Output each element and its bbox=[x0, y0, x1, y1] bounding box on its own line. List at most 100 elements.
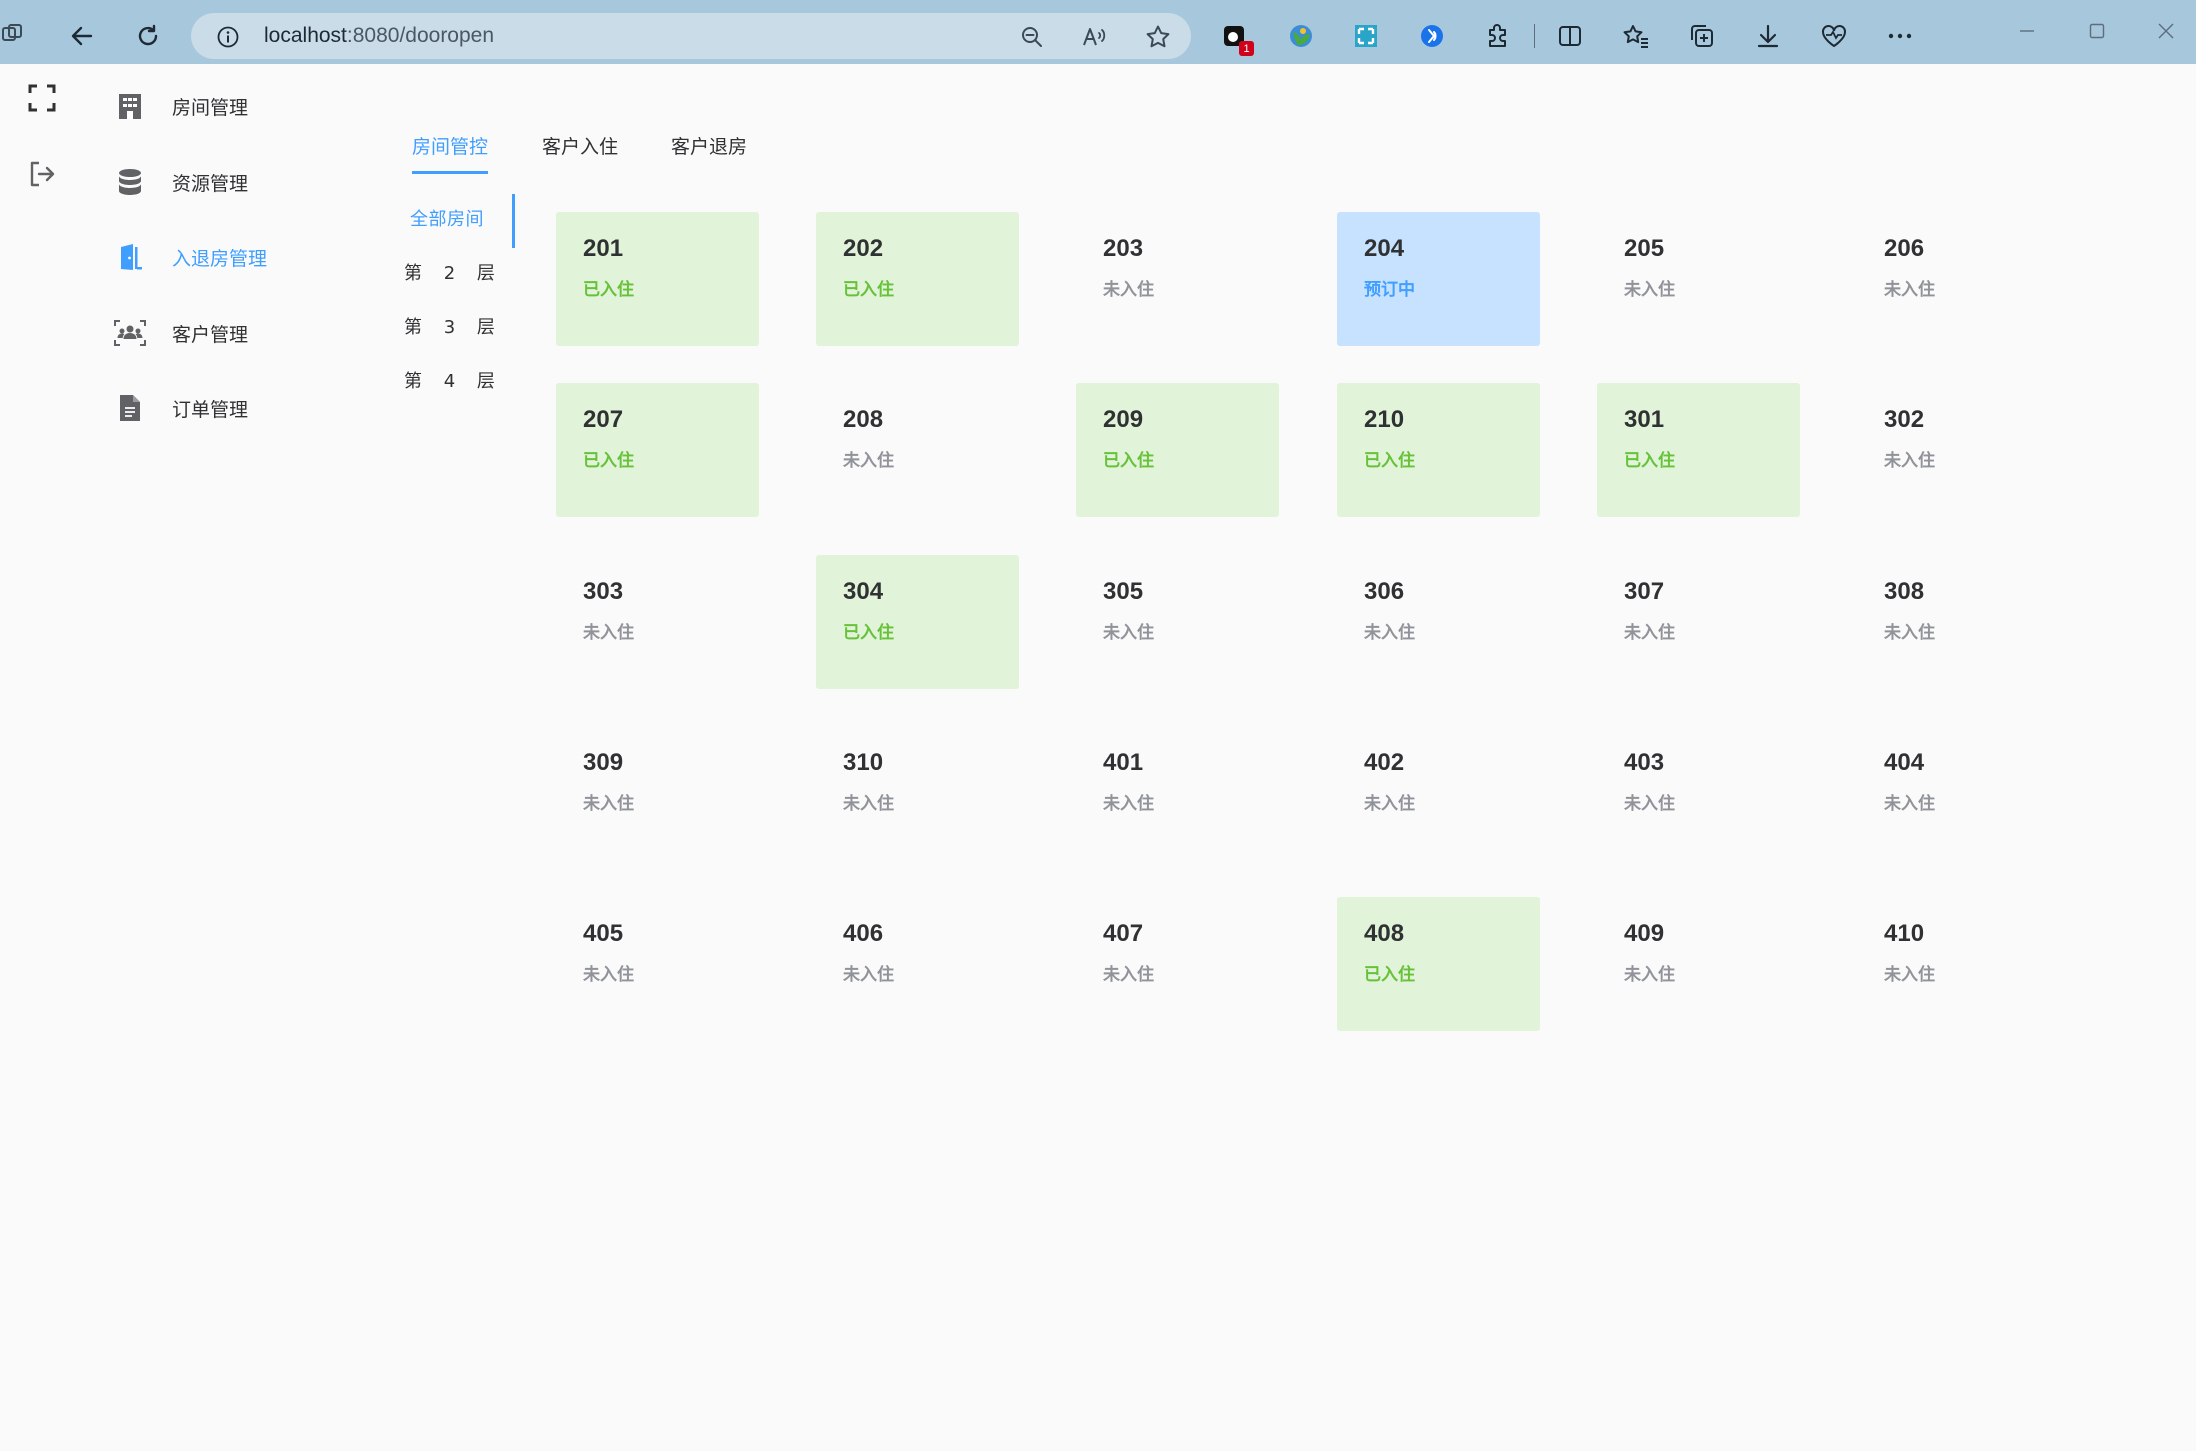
room-card[interactable]: 208 未入住 bbox=[816, 383, 1019, 517]
logout-icon[interactable] bbox=[24, 156, 60, 192]
tab-room-control[interactable]: 房间管控 bbox=[412, 127, 488, 167]
room-number: 201 bbox=[583, 235, 624, 262]
minimize-icon[interactable] bbox=[2012, 16, 2042, 46]
room-status: 未入住 bbox=[1103, 280, 1154, 300]
floor-tab-3[interactable]: 第 3 层 bbox=[404, 306, 512, 350]
room-card[interactable]: 202 已入住 bbox=[816, 212, 1019, 346]
zoom-out-icon[interactable] bbox=[1017, 22, 1047, 52]
sidebar-item-customer-management[interactable]: 客户管理 bbox=[110, 311, 370, 355]
read-aloud-icon[interactable] bbox=[1080, 22, 1110, 52]
room-number: 307 bbox=[1624, 578, 1665, 605]
favorites-icon[interactable] bbox=[1620, 20, 1652, 52]
extensions-puzzle-icon[interactable] bbox=[1482, 20, 1514, 52]
room-card[interactable]: 210 已入住 bbox=[1337, 383, 1540, 517]
room-card[interactable]: 304 已入住 bbox=[816, 555, 1019, 689]
room-status: 未入住 bbox=[843, 794, 894, 814]
split-screen-icon[interactable] bbox=[1554, 20, 1586, 52]
room-number: 409 bbox=[1624, 920, 1665, 947]
floor-tab-2[interactable]: 第 2 层 bbox=[404, 252, 512, 296]
room-status: 未入住 bbox=[1103, 794, 1154, 814]
room-status: 未入住 bbox=[583, 965, 634, 985]
room-number: 210 bbox=[1364, 406, 1405, 433]
downloads-icon[interactable] bbox=[1752, 20, 1784, 52]
toolbar-divider bbox=[1534, 24, 1535, 48]
room-number: 309 bbox=[583, 749, 624, 776]
favorite-star-icon[interactable] bbox=[1143, 22, 1173, 52]
room-card[interactable]: 406 未入住 bbox=[816, 897, 1019, 1031]
sidebar-item-room-management[interactable]: 房间管理 bbox=[110, 84, 370, 128]
browser-essentials-icon[interactable] bbox=[1818, 20, 1850, 52]
room-card[interactable]: 303 未入住 bbox=[556, 555, 759, 689]
address-bar[interactable]: localhost:8080/dooropen bbox=[191, 13, 1191, 59]
room-card[interactable]: 310 未入住 bbox=[816, 726, 1019, 860]
room-number: 308 bbox=[1884, 578, 1925, 605]
room-card[interactable]: 207 已入住 bbox=[556, 383, 759, 517]
room-status: 未入住 bbox=[1884, 965, 1935, 985]
url-text[interactable]: localhost:8080/dooropen bbox=[264, 24, 494, 48]
room-card[interactable]: 209 已入住 bbox=[1076, 383, 1279, 517]
screenshot-extension-icon[interactable] bbox=[1350, 20, 1382, 52]
room-card[interactable]: 203 未入住 bbox=[1076, 212, 1279, 346]
room-card[interactable]: 309 未入住 bbox=[556, 726, 759, 860]
room-status: 未入住 bbox=[1884, 280, 1935, 300]
floor-tab-4[interactable]: 第 4 层 bbox=[404, 360, 512, 404]
room-card[interactable]: 308 未入住 bbox=[1857, 555, 2060, 689]
room-status: 未入住 bbox=[1624, 623, 1675, 643]
room-status: 已入住 bbox=[1364, 965, 1415, 985]
room-card[interactable]: 403 未入住 bbox=[1597, 726, 1800, 860]
room-card[interactable]: 401 未入住 bbox=[1076, 726, 1279, 860]
room-card[interactable]: 404 未入住 bbox=[1857, 726, 2060, 860]
room-card[interactable]: 409 未入住 bbox=[1597, 897, 1800, 1031]
sidebar-item-checkin-checkout[interactable]: 入退房管理 bbox=[110, 235, 370, 279]
room-card[interactable]: 307 未入住 bbox=[1597, 555, 1800, 689]
sidebar-item-order-management[interactable]: 订单管理 bbox=[110, 386, 370, 430]
room-card[interactable]: 201 已入住 bbox=[556, 212, 759, 346]
room-card[interactable]: 301 已入住 bbox=[1597, 383, 1800, 517]
room-card[interactable]: 302 未入住 bbox=[1857, 383, 2060, 517]
room-status: 已入住 bbox=[583, 451, 634, 471]
room-card[interactable]: 410 未入住 bbox=[1857, 897, 2060, 1031]
room-status: 已入住 bbox=[1364, 451, 1415, 471]
room-status: 已入住 bbox=[1624, 451, 1675, 471]
users-icon bbox=[110, 313, 150, 353]
floor-tab-all[interactable]: 全部房间 bbox=[404, 198, 512, 242]
browser-toolbar: localhost:8080/dooropen 1 bbox=[0, 0, 2196, 64]
room-number: 206 bbox=[1884, 235, 1925, 262]
tab-customer-checkout[interactable]: 客户退房 bbox=[671, 127, 747, 167]
room-status: 未入住 bbox=[1624, 965, 1675, 985]
room-status: 未入住 bbox=[1364, 794, 1415, 814]
sidebar-item-resource-management[interactable]: 资源管理 bbox=[110, 160, 370, 204]
room-card[interactable]: 205 未入住 bbox=[1597, 212, 1800, 346]
room-card[interactable]: 306 未入住 bbox=[1337, 555, 1540, 689]
room-number: 301 bbox=[1624, 406, 1665, 433]
globe-extension-icon[interactable] bbox=[1285, 20, 1317, 52]
refresh-icon[interactable] bbox=[130, 18, 166, 54]
room-card[interactable]: 408 已入住 bbox=[1337, 897, 1540, 1031]
back-icon[interactable] bbox=[64, 18, 100, 54]
room-status: 已入住 bbox=[583, 280, 634, 300]
tab-actions-icon[interactable] bbox=[0, 20, 28, 48]
room-card[interactable]: 402 未入住 bbox=[1337, 726, 1540, 860]
room-number: 208 bbox=[843, 406, 884, 433]
room-card[interactable]: 405 未入住 bbox=[556, 897, 759, 1031]
room-card[interactable]: 407 未入住 bbox=[1076, 897, 1279, 1031]
room-status: 未入住 bbox=[583, 623, 634, 643]
room-status: 已入住 bbox=[843, 280, 894, 300]
maximize-icon[interactable] bbox=[2082, 16, 2112, 46]
fullscreen-icon[interactable] bbox=[24, 80, 60, 116]
more-options-icon[interactable] bbox=[1884, 20, 1916, 52]
room-card[interactable]: 204 预订中 bbox=[1337, 212, 1540, 346]
room-status: 未入住 bbox=[583, 794, 634, 814]
room-number: 202 bbox=[843, 235, 884, 262]
close-window-icon[interactable] bbox=[2151, 16, 2181, 46]
extension-counter-icon[interactable]: 1 bbox=[1220, 22, 1254, 56]
collections-icon[interactable] bbox=[1686, 20, 1718, 52]
room-card[interactable]: 206 未入住 bbox=[1857, 212, 2060, 346]
tab-customer-checkin[interactable]: 客户入住 bbox=[542, 127, 618, 167]
room-number: 310 bbox=[843, 749, 884, 776]
bluetooth-extension-icon[interactable] bbox=[1416, 20, 1448, 52]
room-number: 306 bbox=[1364, 578, 1405, 605]
room-card[interactable]: 305 未入住 bbox=[1076, 555, 1279, 689]
room-number: 304 bbox=[843, 578, 884, 605]
site-info-icon[interactable] bbox=[213, 22, 243, 52]
